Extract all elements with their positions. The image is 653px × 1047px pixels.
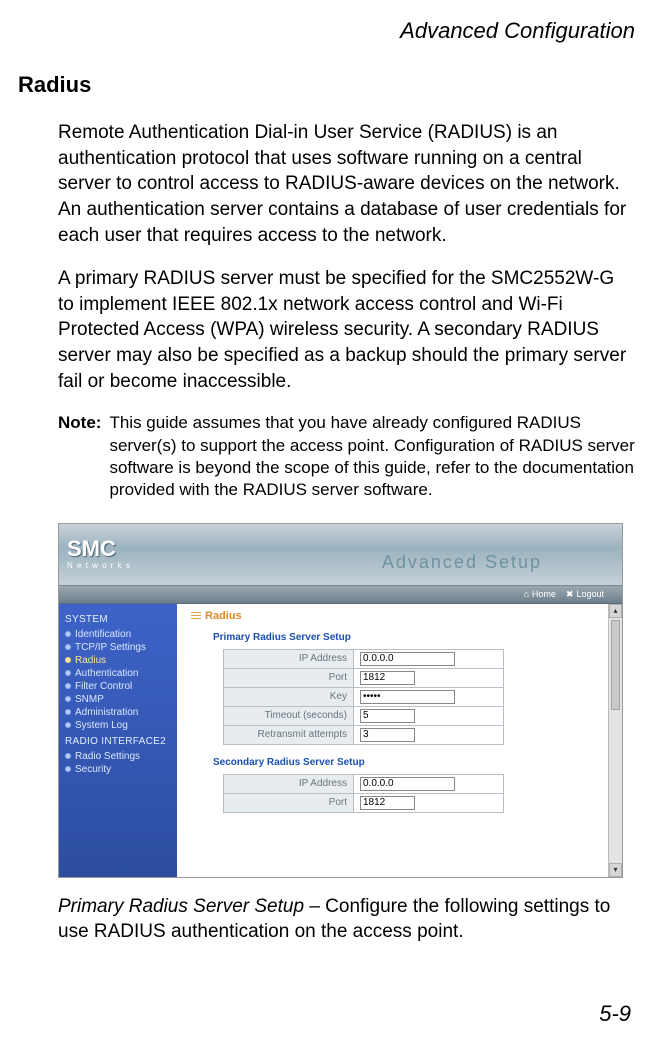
primary-retransmit-input[interactable] xyxy=(360,728,415,742)
primary-port-input[interactable] xyxy=(360,671,415,685)
bullet-icon xyxy=(65,722,71,728)
section-heading-radius: Radius xyxy=(18,72,635,98)
scroll-up-button[interactable]: ▴ xyxy=(609,604,622,618)
sidebar-item-radius[interactable]: Radius xyxy=(65,654,177,667)
bullet-icon xyxy=(65,709,71,715)
bullet-icon xyxy=(65,683,71,689)
primary-ip-input[interactable] xyxy=(360,652,455,666)
primary-setup-heading: Primary Radius Server Setup xyxy=(213,632,612,643)
note-label: Note: xyxy=(58,412,109,500)
breadcrumb-icon xyxy=(191,612,201,620)
row-key: Key xyxy=(224,687,504,706)
scroll-thumb[interactable] xyxy=(611,620,620,710)
secondary-setup-heading: Secondary Radius Server Setup xyxy=(213,757,612,768)
app-banner: SMC N e t w o r k s Advanced Setup xyxy=(59,524,622,586)
sidebar-item-administration[interactable]: Administration xyxy=(65,706,177,719)
top-toolbar: ⌂Home ✖Logout xyxy=(59,586,622,604)
smc-logo: SMC N e t w o r k s xyxy=(67,538,131,570)
sidebar-item-security[interactable]: Security xyxy=(65,763,177,776)
sidebar-item-authentication[interactable]: Authentication xyxy=(65,667,177,680)
primary-key-input[interactable] xyxy=(360,690,455,704)
scrollbar[interactable]: ▴ ▾ xyxy=(608,604,622,877)
sidebar-item-tcpip[interactable]: TCP/IP Settings xyxy=(65,641,177,654)
home-icon: ⌂ xyxy=(523,589,528,599)
app-body: SYSTEM Identification TCP/IP Settings Ra… xyxy=(59,604,622,877)
row-sec-ip: IP Address xyxy=(224,774,504,793)
row-timeout: Timeout (seconds) xyxy=(224,706,504,725)
scroll-down-button[interactable]: ▾ xyxy=(609,863,622,877)
bullet-icon xyxy=(65,631,71,637)
sidebar-head-radio: RADIO INTERFACE2 xyxy=(65,736,177,747)
row-ip-address: IP Address xyxy=(224,649,504,668)
breadcrumb: Radius xyxy=(191,610,612,622)
main-panel: Radius Primary Radius Server Setup IP Ad… xyxy=(177,604,622,877)
sidebar-item-system-log[interactable]: System Log xyxy=(65,719,177,732)
paragraph-2: A primary RADIUS server must be specifie… xyxy=(58,266,635,394)
note-block: Note: This guide assumes that you have a… xyxy=(58,412,635,500)
footer-lead: Primary Radius Server Setup xyxy=(58,896,304,917)
row-retransmit: Retransmit attempts xyxy=(224,725,504,744)
footer-paragraph: Primary Radius Server Setup – Configure … xyxy=(58,894,635,945)
sidebar-item-snmp[interactable]: SNMP xyxy=(65,693,177,706)
sidebar-item-identification[interactable]: Identification xyxy=(65,628,177,641)
bullet-icon xyxy=(65,766,71,772)
home-link[interactable]: ⌂Home xyxy=(523,589,555,599)
primary-timeout-input[interactable] xyxy=(360,709,415,723)
note-text: This guide assumes that you have already… xyxy=(109,412,635,500)
banner-title: Advanced Setup xyxy=(382,552,542,573)
row-sec-port: Port xyxy=(224,793,504,812)
logout-link[interactable]: ✖Logout xyxy=(566,589,604,600)
bullet-icon xyxy=(65,670,71,676)
row-port: Port xyxy=(224,668,504,687)
secondary-port-input[interactable] xyxy=(360,796,415,810)
paragraph-1: Remote Authentication Dial-in User Servi… xyxy=(58,120,635,248)
bullet-icon xyxy=(65,753,71,759)
secondary-form-table: IP Address Port xyxy=(223,774,504,813)
sidebar-item-filter-control[interactable]: Filter Control xyxy=(65,680,177,693)
sidebar-head-system: SYSTEM xyxy=(65,614,177,625)
page-number: 5-9 xyxy=(599,1001,631,1027)
scroll-track[interactable] xyxy=(609,712,622,863)
sidebar-item-radio-settings[interactable]: Radio Settings xyxy=(65,750,177,763)
logout-icon: ✖ xyxy=(566,589,574,600)
sidebar: SYSTEM Identification TCP/IP Settings Ra… xyxy=(59,604,177,877)
secondary-ip-input[interactable] xyxy=(360,777,455,791)
bullet-icon xyxy=(65,657,71,663)
embedded-screenshot: SMC N e t w o r k s Advanced Setup ⌂Home… xyxy=(58,523,623,878)
bullet-icon xyxy=(65,696,71,702)
bullet-icon xyxy=(65,644,71,650)
primary-form-table: IP Address Port Key Timeout (seconds) Re… xyxy=(223,649,504,745)
page-header: Advanced Configuration xyxy=(18,18,635,44)
